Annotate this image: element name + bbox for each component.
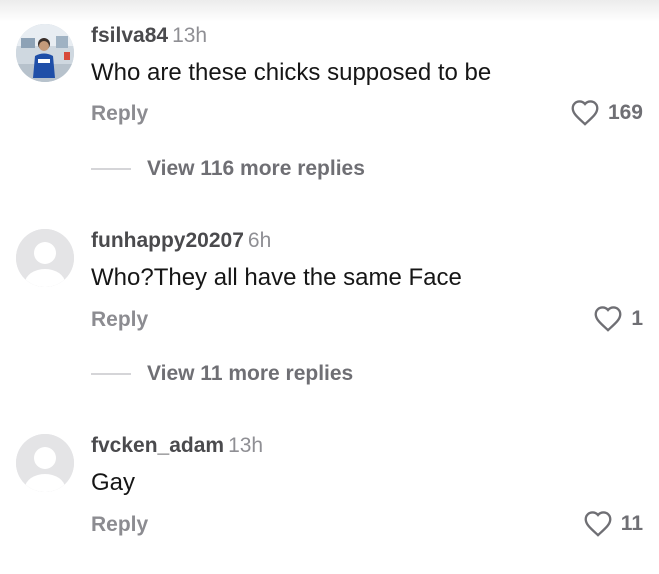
avatar[interactable]	[16, 24, 74, 82]
avatar[interactable]	[16, 229, 74, 287]
view-replies-label[interactable]: View 11 more replies	[147, 362, 353, 386]
username[interactable]: funhappy20207 6h	[91, 229, 271, 253]
like-button[interactable]: 1	[593, 305, 643, 332]
heart-icon	[571, 100, 599, 126]
comment-text: Who are these chicks supposed to be	[91, 59, 492, 86]
username[interactable]: fsilva84 13h	[91, 24, 207, 48]
like-count: 169	[607, 100, 643, 124]
like-count: 11	[620, 511, 643, 535]
username-text[interactable]: fsilva84	[91, 24, 168, 47]
divider-line	[91, 168, 131, 170]
avatar[interactable]	[16, 434, 74, 492]
comment-text: Who?They all have the same Face	[91, 264, 462, 291]
like-count: 1	[631, 306, 643, 330]
profile-photo	[16, 24, 74, 82]
reply-button[interactable]: Reply	[91, 102, 148, 126]
view-replies-button[interactable]: View 116 more replies	[91, 157, 365, 181]
divider-line	[91, 373, 131, 375]
comment-text: Gay	[91, 469, 136, 496]
comment-time: 13h	[228, 434, 264, 457]
view-replies-button[interactable]: View 11 more replies	[91, 362, 353, 386]
default-avatar-icon	[16, 229, 74, 287]
heart-icon	[584, 511, 612, 537]
heart-icon	[594, 306, 622, 332]
reply-button[interactable]: Reply	[91, 308, 148, 332]
like-button[interactable]: 11	[583, 510, 643, 537]
like-button[interactable]: 169	[570, 99, 643, 126]
username-text[interactable]: fvcken_adam	[91, 434, 224, 457]
default-avatar-icon	[16, 434, 74, 492]
reply-button[interactable]: Reply	[91, 513, 148, 537]
username-text[interactable]: funhappy20207	[91, 229, 244, 252]
view-replies-label[interactable]: View 116 more replies	[147, 157, 365, 181]
comment-time: 6h	[247, 229, 272, 252]
top-fade	[0, 0, 659, 22]
username[interactable]: fvcken_adam 13h	[91, 434, 263, 458]
comment-time: 13h	[172, 24, 208, 47]
